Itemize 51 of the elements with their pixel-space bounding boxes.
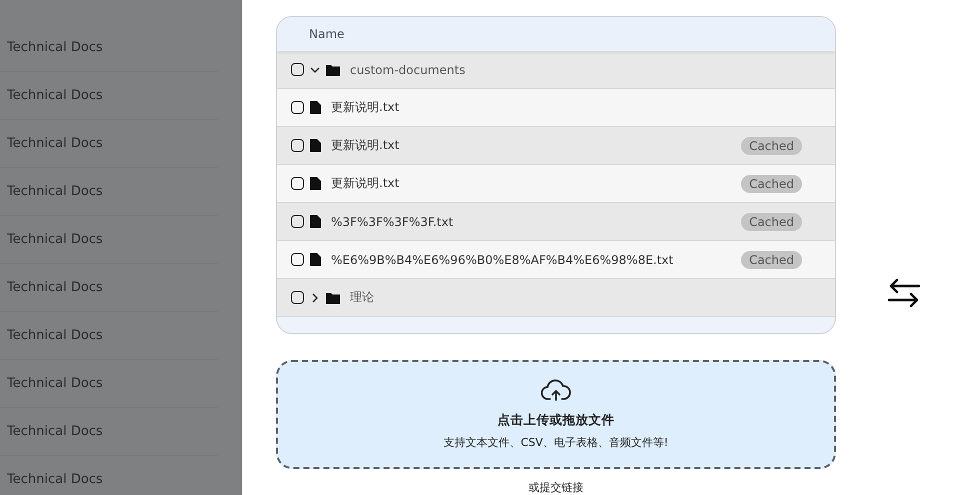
cloud-upload-icon <box>541 378 571 402</box>
upload-dropzone[interactable]: 点击上传或拖放文件 支持文本文件、CSV、电子表格、音频文件等! <box>276 360 836 469</box>
folder-name: custom-documents <box>350 62 466 76</box>
cached-badge: Cached <box>741 174 802 192</box>
folder-row[interactable]: 理论 <box>277 279 835 317</box>
row-checkbox[interactable] <box>291 63 304 76</box>
folder-row[interactable]: custom-documents <box>277 51 835 89</box>
row-checkbox[interactable] <box>291 215 304 228</box>
file-row[interactable]: 更新说明.txt <box>277 89 835 127</box>
row-checkbox[interactable] <box>291 177 304 190</box>
file-name: 更新说明.txt <box>331 99 400 116</box>
sidebar-item[interactable]: Technical Docs <box>0 264 218 312</box>
cached-badge: Cached <box>741 250 802 268</box>
file-icon <box>310 139 321 152</box>
sidebar-item[interactable]: Technical Docs <box>0 360 218 408</box>
sidebar-item[interactable]: Technical Docs <box>0 168 218 216</box>
sidebar-item[interactable]: Technical Docs <box>0 216 218 264</box>
row-checkbox[interactable] <box>291 253 304 266</box>
file-row[interactable]: 更新说明.txt Cached <box>277 127 835 165</box>
file-name: 更新说明.txt <box>331 137 400 154</box>
sidebar-item[interactable]: Technical Docs <box>0 72 218 120</box>
file-icon <box>310 215 321 228</box>
file-icon <box>310 177 321 190</box>
file-row[interactable]: %3F%3F%3F%3F.txt Cached <box>277 203 835 241</box>
cached-badge: Cached <box>741 212 802 230</box>
sidebar-item[interactable]: Technical Docs <box>0 408 218 456</box>
file-row[interactable]: 更新说明.txt Cached <box>277 165 835 203</box>
file-row[interactable]: %E6%9B%B4%E6%96%B0%E8%AF%B4%E6%98%8E.txt Cached <box>277 241 835 279</box>
file-icon <box>310 101 321 114</box>
file-name: %E6%9B%B4%E6%96%B0%E8%AF%B4%E6%98%8E.txt <box>331 252 674 266</box>
cached-badge: Cached <box>741 136 802 154</box>
row-checkbox[interactable] <box>291 139 304 152</box>
sidebar-item[interactable]: Technical Docs <box>0 456 218 495</box>
file-name: %3F%3F%3F%3F.txt <box>331 214 454 228</box>
folder-name: 理论 <box>350 289 375 306</box>
row-checkbox[interactable] <box>291 291 304 304</box>
file-name: 更新说明.txt <box>331 175 400 192</box>
link-label: 或提交链接 <box>528 480 584 495</box>
upload-hint: 支持文本文件、CSV、电子表格、音频文件等! <box>444 435 668 450</box>
column-header: Name <box>309 27 344 41</box>
folder-icon <box>326 292 340 304</box>
row-checkbox[interactable] <box>291 101 304 114</box>
sidebar-item[interactable]: Technical Docs <box>0 24 218 72</box>
sidebar-item[interactable]: Technical Docs <box>0 120 218 168</box>
chevron-down-icon[interactable] <box>310 64 320 74</box>
folder-icon <box>326 64 340 76</box>
sidebar-item[interactable]: Technical Docs <box>0 312 218 360</box>
upload-title: 点击上传或拖放文件 <box>498 412 614 430</box>
swap-arrows-icon[interactable] <box>888 277 920 309</box>
chevron-right-icon[interactable] <box>310 292 320 302</box>
file-icon <box>310 253 321 266</box>
